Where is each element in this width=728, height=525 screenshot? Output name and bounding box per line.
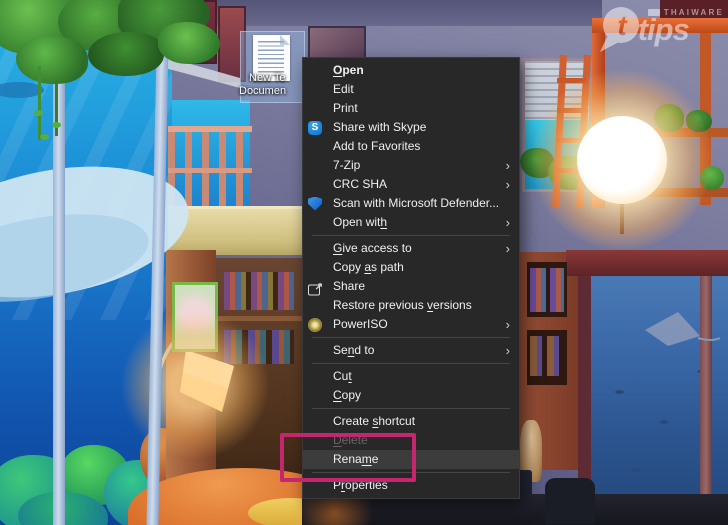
menu-item-copy[interactable]: Copy (303, 386, 519, 405)
menu-item-poweriso[interactable]: PowerISO › (303, 315, 519, 334)
submenu-arrow-icon: › (505, 343, 510, 358)
page-text-lines (258, 41, 284, 76)
ball-lamp (577, 116, 667, 204)
menu-item-label: Open with (333, 215, 388, 229)
menu-separator (312, 363, 510, 364)
share-icon (308, 277, 323, 296)
menu-item-label: PowerISO (333, 317, 388, 331)
hanging-plant (158, 22, 220, 64)
menu-item-add-to-favorites[interactable]: Add to Favorites (303, 137, 519, 156)
menu-item-print[interactable]: Print (303, 99, 519, 118)
hanging-plant (88, 32, 164, 76)
menu-item-label: Share (333, 279, 366, 293)
menu-item-label: 7-Zip (333, 158, 361, 172)
menu-item-label: Scan with Microsoft Defender... (333, 196, 500, 210)
submenu-arrow-icon: › (505, 158, 510, 173)
menu-item-label: Open (333, 63, 364, 77)
hanging-plant (16, 36, 88, 84)
menu-item-label: Give access to (333, 241, 412, 255)
menu-item-restore-previous-versions[interactable]: Restore previous versions (303, 296, 519, 315)
menu-item-scan-with-microsoft-defender[interactable]: Scan with Microsoft Defender... (303, 194, 519, 213)
desktop[interactable]: t THAIWARE tips New Te Documen (0, 0, 728, 525)
rename-highlight-annotation (280, 433, 416, 482)
menu-item-open[interactable]: Open (303, 61, 519, 80)
book-spines (530, 336, 564, 376)
menu-item-label: Edit (333, 82, 354, 96)
menu-item-7-zip[interactable]: 7-Zip › (303, 156, 519, 175)
menu-item-open-with[interactable]: Open with › (303, 213, 519, 232)
menu-item-create-shortcut[interactable]: Create shortcut (303, 412, 519, 431)
vine-leaf (40, 134, 49, 140)
menu-item-label: Share with Skype (333, 120, 427, 134)
menu-item-edit[interactable]: Edit (303, 80, 519, 99)
submenu-arrow-icon: › (505, 241, 510, 256)
stingray-silhouette (645, 312, 700, 346)
poweriso-icon (308, 317, 322, 332)
menu-item-send-to[interactable]: Send to › (303, 341, 519, 360)
menu-item-label: CRC SHA (333, 177, 388, 191)
book-spines (530, 268, 564, 312)
menu-item-label: Cut (333, 369, 352, 383)
menu-item-label: Send to (333, 343, 375, 357)
menu-item-label: Print (333, 101, 358, 115)
stingray-tail (697, 337, 721, 341)
menu-item-crc-sha[interactable]: CRC SHA › (303, 175, 519, 194)
menu-item-cut[interactable]: Cut (303, 367, 519, 386)
menu-item-label: Copy as path (333, 260, 404, 274)
menu-item-label: Add to Favorites (333, 139, 421, 153)
menu-item-copy-as-path[interactable]: Copy as path (303, 258, 519, 277)
file-label-line1[interactable]: New Te (249, 72, 285, 84)
file-label-line2[interactable]: Documen (239, 85, 286, 97)
menu-item-give-access-to[interactable]: Give access to › (303, 239, 519, 258)
menu-separator (312, 337, 510, 338)
menu-separator (312, 235, 510, 236)
menu-item-share[interactable]: Share (303, 277, 519, 296)
skype-icon: S (308, 120, 322, 135)
submenu-arrow-icon: › (505, 317, 510, 332)
menu-item-share-with-skype[interactable]: S Share with Skype (303, 118, 519, 137)
menu-item-label: Restore previous versions (333, 298, 472, 312)
menu-separator (312, 408, 510, 409)
vine-leaf (52, 122, 61, 128)
submenu-arrow-icon: › (505, 215, 510, 230)
chair-silhouette (545, 478, 595, 524)
thaiware-tips-watermark: t THAIWARE tips (598, 4, 724, 54)
plant-vine (38, 66, 41, 140)
submenu-arrow-icon: › (505, 177, 510, 192)
defender-icon (308, 196, 322, 211)
vine-leaf (34, 110, 43, 116)
tips-brand-text: tips (637, 12, 690, 47)
floor-lamp-halo (120, 310, 270, 460)
menu-item-label: Create shortcut (333, 414, 416, 428)
menu-item-label: Copy (333, 388, 362, 402)
